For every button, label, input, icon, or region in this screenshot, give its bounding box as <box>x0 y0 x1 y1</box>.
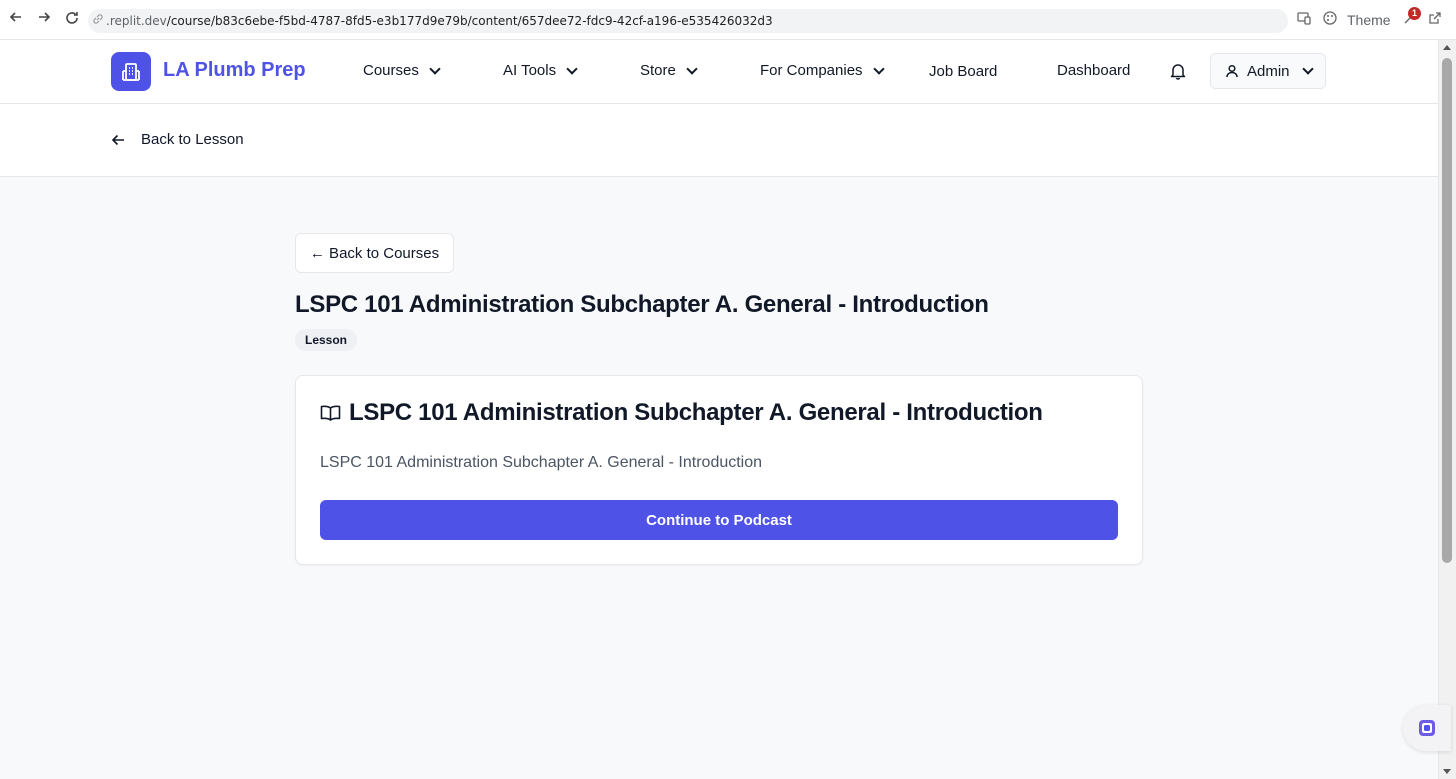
scroll-up-arrow[interactable] <box>1443 45 1451 50</box>
nav-label: Courses <box>363 62 419 79</box>
chevron-down-icon <box>429 62 441 75</box>
card-description: LSPC 101 Administration Subchapter A. Ge… <box>320 454 763 471</box>
url-path: /course/b83c6ebe-f5bd-4787-8fd5-e3b177d9… <box>166 14 773 28</box>
browser-toolbar: .replit.dev/course/b83c6ebe-f5bd-4787-8f… <box>0 0 1456 40</box>
continue-to-podcast-button[interactable]: Continue to Podcast <box>320 500 1118 540</box>
chevron-down-icon <box>1301 63 1314 75</box>
building-icon <box>122 62 140 81</box>
brand-name[interactable]: LA Plumb Prep <box>163 59 306 82</box>
card-header: LSPC 101 Administration Subchapter A. Ge… <box>320 399 1043 427</box>
card-title: LSPC 101 Administration Subchapter A. Ge… <box>349 399 1043 426</box>
user-label: Admin <box>1247 62 1290 80</box>
nav-for-companies[interactable]: For Companies <box>760 62 885 79</box>
nav-job-board[interactable]: Job Board <box>929 63 997 80</box>
book-open-icon <box>320 405 341 421</box>
nav-label: AI Tools <box>503 62 557 79</box>
page-title: LSPC 101 Administration Subchapter A. Ge… <box>295 291 989 318</box>
address-bar[interactable]: .replit.dev/course/b83c6ebe-f5bd-4787-8f… <box>88 9 1288 33</box>
back-to-courses-button[interactable]: ← Back to Courses <box>295 233 454 273</box>
nav-store[interactable]: Store <box>640 62 698 79</box>
palette-icon[interactable] <box>1322 10 1338 30</box>
forward-icon[interactable] <box>34 10 54 30</box>
back-icon[interactable] <box>6 10 26 30</box>
theme-label[interactable]: Theme <box>1347 10 1391 30</box>
app-header: LA Plumb Prep Courses AI Tools Store For… <box>0 40 1438 104</box>
assistant-icon <box>1419 720 1435 736</box>
content-type-badge: Lesson <box>295 329 358 351</box>
nav-label: Store <box>640 62 676 79</box>
external-icon[interactable] <box>1428 10 1442 30</box>
arrow-left-icon <box>111 134 124 145</box>
nav-label: Dashboard <box>1057 62 1131 79</box>
nav-ai-tools[interactable]: AI Tools <box>503 62 578 79</box>
nav-label: Job Board <box>929 63 998 80</box>
scroll-thumb[interactable] <box>1442 58 1452 563</box>
logo[interactable] <box>111 52 151 91</box>
vertical-scrollbar[interactable] <box>1438 40 1456 779</box>
nav-courses[interactable]: Courses <box>363 62 441 79</box>
link-icon <box>92 13 106 27</box>
lesson-subheader: Back to Lesson <box>0 104 1438 177</box>
back-to-lesson-label: Back to Lesson <box>141 131 244 148</box>
url-domain: .replit.dev <box>106 14 167 28</box>
scroll-down-arrow[interactable] <box>1443 769 1451 774</box>
reload-icon[interactable] <box>62 10 82 30</box>
extension-badge: 1 <box>1408 7 1421 20</box>
nav-label: For Companies <box>760 62 863 79</box>
chevron-down-icon <box>872 62 885 75</box>
nav-dashboard[interactable]: Dashboard <box>1057 62 1130 79</box>
bell-icon[interactable] <box>1170 62 1186 80</box>
lesson-card: LSPC 101 Administration Subchapter A. Ge… <box>295 375 1143 565</box>
chevron-down-icon <box>566 62 578 75</box>
cast-icon[interactable] <box>1296 10 1312 30</box>
assistant-widget[interactable] <box>1403 705 1451 751</box>
back-to-lesson-link[interactable]: Back to Lesson <box>111 131 244 148</box>
user-icon <box>1226 64 1238 78</box>
user-menu-button[interactable]: Admin <box>1210 53 1326 89</box>
chevron-down-icon <box>686 62 698 75</box>
